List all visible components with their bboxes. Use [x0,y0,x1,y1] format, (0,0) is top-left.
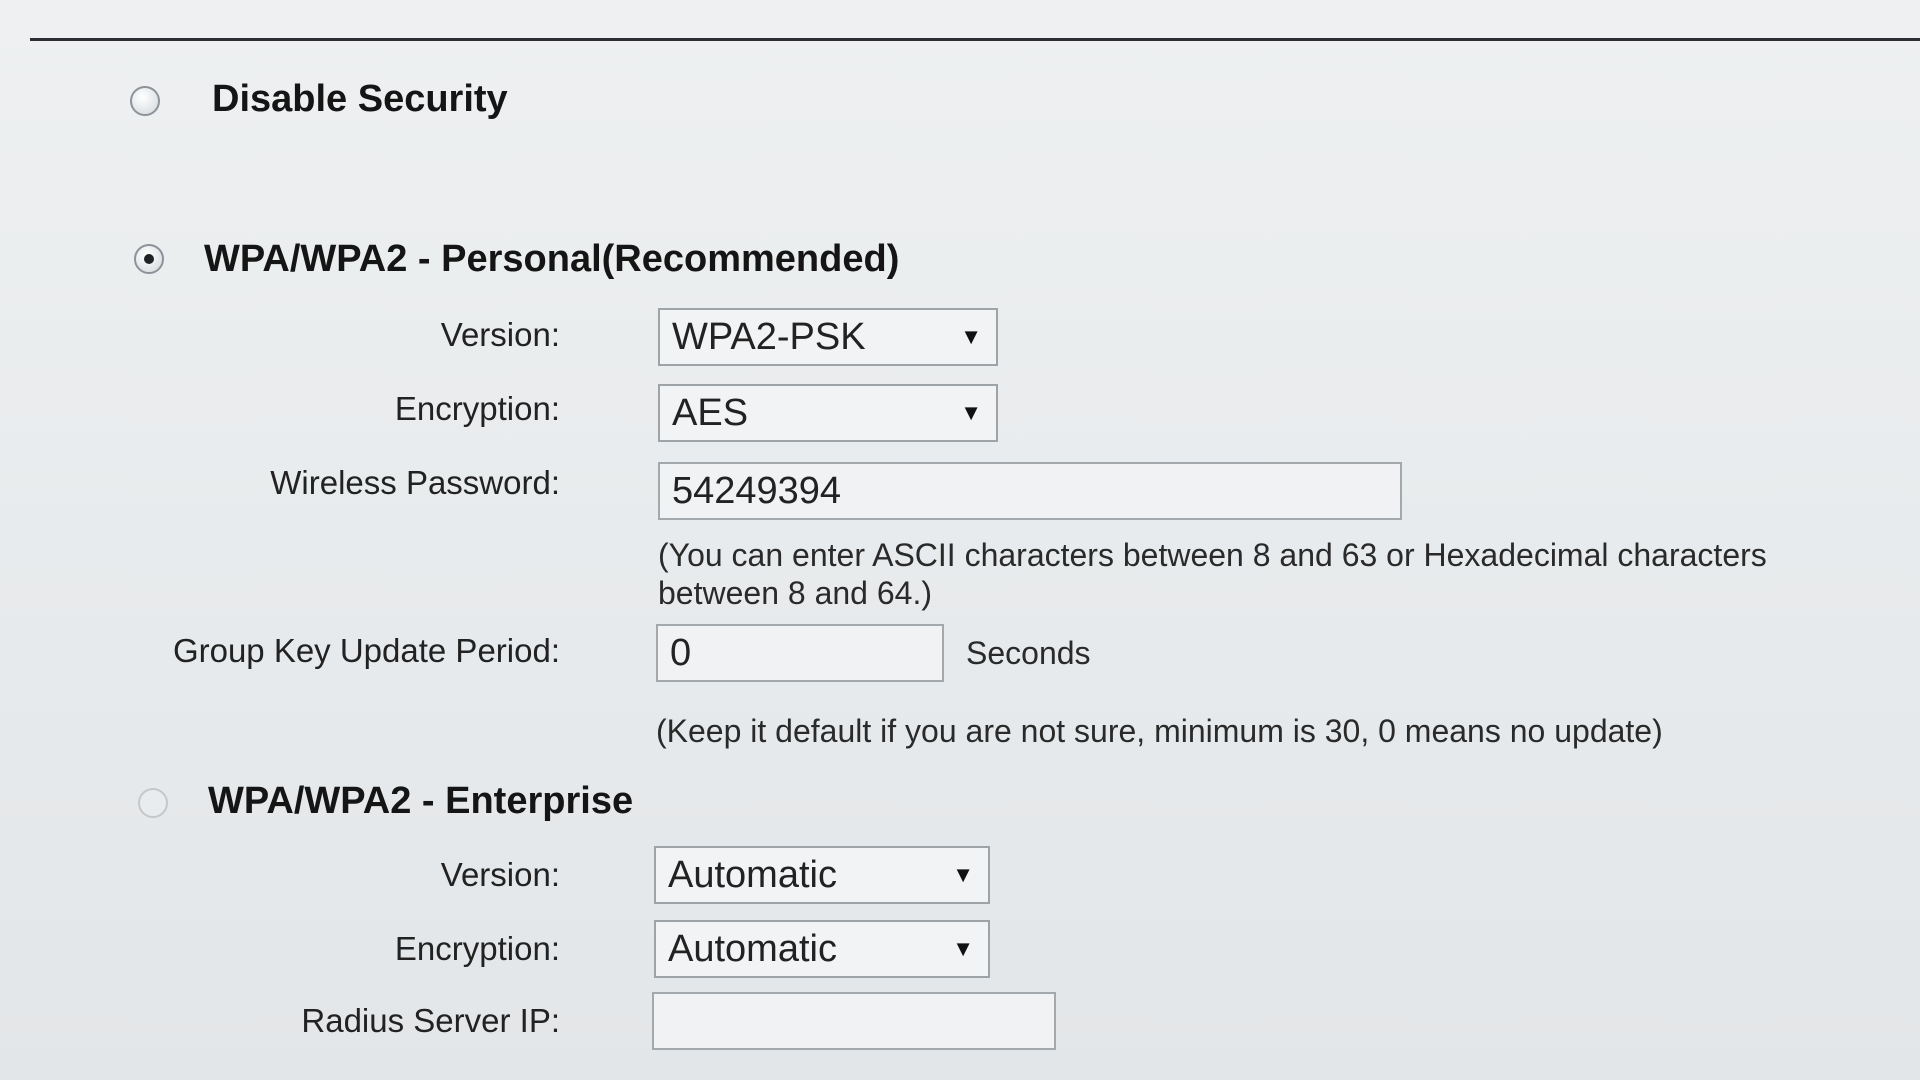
personal-version-label: Version: [440,316,560,353]
wpa-enterprise-radio[interactable] [138,788,168,818]
personal-version-value: WPA2-PSK [672,316,866,358]
wireless-security-page: Disable Security WPA/WPA2 - Personal(Rec… [0,0,1920,1080]
radius-server-ip-label: Radius Server IP: [301,1002,560,1039]
group-key-input[interactable]: 0 [656,624,944,682]
chevron-down-icon: ▼ [960,324,982,349]
personal-version-select[interactable]: WPA2-PSK ▼ [658,308,998,366]
chevron-down-icon: ▼ [952,936,974,961]
chevron-down-icon: ▼ [952,862,974,887]
chevron-down-icon: ▼ [960,400,982,425]
enterprise-version-value: Automatic [668,854,837,896]
wpa-personal-radio[interactable] [134,244,164,274]
enterprise-encryption-label: Encryption: [394,930,560,967]
group-key-unit: Seconds [966,635,1091,671]
wireless-password-label: Wireless Password: [270,464,560,501]
radius-server-ip-input[interactable] [652,992,1056,1050]
group-key-label: Group Key Update Period: [172,632,560,669]
enterprise-encryption-value: Automatic [668,928,837,970]
personal-encryption-label: Encryption: [394,390,560,427]
wpa-enterprise-label[interactable]: WPA/WPA2 - Enterprise [208,780,633,823]
group-key-hint: (Keep it default if you are not sure, mi… [656,713,1663,749]
wireless-password-input[interactable]: 54249394 [658,462,1402,520]
enterprise-version-select[interactable]: Automatic ▼ [654,846,990,904]
enterprise-encryption-select[interactable]: Automatic ▼ [654,920,990,978]
password-hint-line1: (You can enter ASCII characters between … [658,537,1767,573]
wpa-personal-label[interactable]: WPA/WPA2 - Personal(Recommended) [204,238,899,281]
disable-security-label[interactable]: Disable Security [212,78,508,121]
personal-encryption-value: AES [672,392,749,434]
personal-encryption-select[interactable]: AES ▼ [658,384,998,442]
password-hint-line2: between 8 and 64.) [658,575,932,611]
disable-security-radio[interactable] [130,86,160,116]
enterprise-version-label: Version: [440,856,560,893]
section-divider [30,38,1920,41]
